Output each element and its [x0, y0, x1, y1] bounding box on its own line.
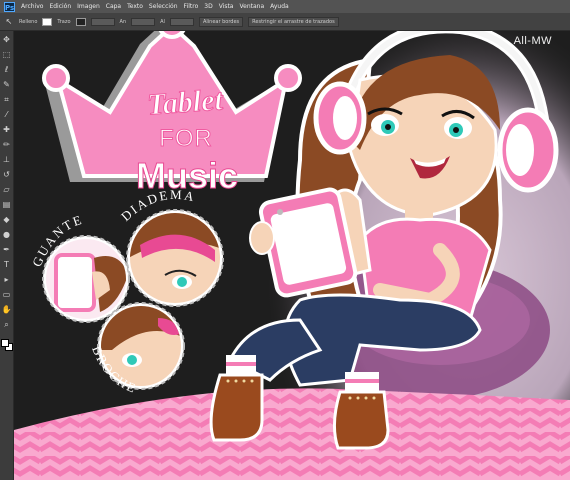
zoom-tool-icon[interactable]: ⌕ [2, 320, 12, 330]
stroke-width-field[interactable] [90, 17, 115, 26]
stroke-swatch[interactable] [75, 17, 86, 26]
height-field[interactable] [169, 17, 194, 26]
type-tool-icon[interactable]: T [2, 260, 12, 270]
dodge-tool-icon[interactable]: ● [2, 230, 12, 240]
glove-label: GUANTE [29, 212, 85, 269]
menu-select[interactable]: Selección [149, 3, 178, 10]
menu-view[interactable]: Vista [219, 3, 234, 10]
menu-3d[interactable]: 3D [204, 3, 212, 10]
shape-tool-icon[interactable]: ▭ [2, 290, 12, 300]
lasso-tool-icon[interactable]: ℓ [2, 65, 12, 75]
title-for: FOR [159, 125, 213, 153]
document-canvas[interactable]: GUANTE DIADEMA BROCHE Tablet FOR Music A… [14, 31, 570, 480]
blur-tool-icon[interactable]: ◆ [2, 215, 12, 225]
circle-labels-layer: GUANTE DIADEMA BROCHE [29, 187, 195, 397]
options-bar: ↖ Relleno Trazo An Al Alinear bordes Res… [0, 13, 570, 31]
brush-tool-icon[interactable]: ✏ [2, 140, 12, 150]
path-select-icon[interactable]: ↖ [4, 17, 14, 27]
tools-panel: ✥ ⬚ ℓ ✎ ⌗ ⁄ ✚ ✏ ⊥ ↺ ▱ ▤ ◆ ● ✒ T ▸ ▭ ✋ ⌕ [0, 31, 14, 480]
menu-filter[interactable]: Filtro [184, 3, 199, 10]
fill-swatch[interactable] [42, 17, 53, 26]
stamp-tool-icon[interactable]: ⊥ [2, 155, 12, 165]
path-selection-tool-icon[interactable]: ▸ [2, 275, 12, 285]
menu-layer[interactable]: Capa [106, 3, 121, 10]
history-brush-tool-icon[interactable]: ↺ [2, 170, 12, 180]
move-tool-icon[interactable]: ✥ [2, 35, 12, 45]
gradient-tool-icon[interactable]: ▤ [2, 200, 12, 210]
menu-type[interactable]: Texto [127, 3, 143, 10]
brooch-label: BROCHE [89, 344, 139, 397]
constrain-path-checkbox[interactable]: Restringir el arrastre de trazados [248, 16, 339, 27]
pen-tool-icon[interactable]: ✒ [2, 245, 12, 255]
fill-label: Relleno [19, 18, 38, 25]
height-label: Al [160, 18, 165, 25]
menu-help[interactable]: Ayuda [270, 3, 289, 10]
marquee-tool-icon[interactable]: ⬚ [2, 50, 12, 60]
menu-image[interactable]: Imagen [77, 3, 100, 10]
menu-window[interactable]: Ventana [239, 3, 264, 10]
menu-bar: Ps Archivo Edición Imagen Capa Texto Sel… [0, 0, 570, 13]
photoshop-logo: Ps [4, 1, 15, 12]
menu-edit[interactable]: Edición [49, 3, 71, 10]
width-field[interactable] [131, 17, 156, 26]
foreground-color-swatch[interactable] [0, 339, 9, 347]
watermark: All-MW [513, 35, 552, 47]
color-swatches[interactable] [0, 339, 13, 351]
eraser-tool-icon[interactable]: ▱ [2, 185, 12, 195]
hand-tool-icon[interactable]: ✋ [2, 305, 12, 315]
quick-select-tool-icon[interactable]: ✎ [2, 80, 12, 90]
stroke-label: Trazo [57, 18, 71, 25]
title-music: Music [135, 155, 239, 197]
width-label: An [119, 18, 127, 25]
eyedropper-tool-icon[interactable]: ⁄ [2, 110, 12, 120]
healing-tool-icon[interactable]: ✚ [2, 125, 12, 135]
align-edges-checkbox[interactable]: Alinear bordes [198, 16, 244, 27]
crop-tool-icon[interactable]: ⌗ [2, 95, 12, 105]
menu-file[interactable]: Archivo [21, 3, 43, 10]
